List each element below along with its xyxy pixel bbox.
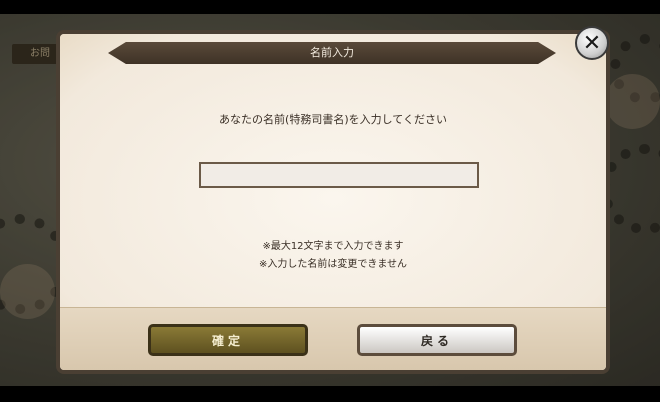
close-button[interactable]: ✕ (575, 26, 609, 60)
name-prompt: あなたの名前(特務司書名)を入力してください (219, 113, 447, 126)
name-unchangeable-note: ※入力した名前は変更できません (258, 259, 408, 270)
name-input[interactable] (199, 162, 479, 188)
name-entry-dialog: 名前入力 あなたの名前(特務司書名)を入力してください ※最大12文字まで入力で… (56, 30, 610, 374)
max-length-note: ※最大12文字まで入力できます (262, 241, 404, 252)
confirm-button[interactable]: 確定 (148, 324, 308, 356)
back-button[interactable]: 戻る (357, 324, 517, 356)
dialog-title: 名前入力 (108, 42, 556, 64)
close-icon: ✕ (582, 30, 602, 56)
dialog-footer (60, 307, 606, 370)
